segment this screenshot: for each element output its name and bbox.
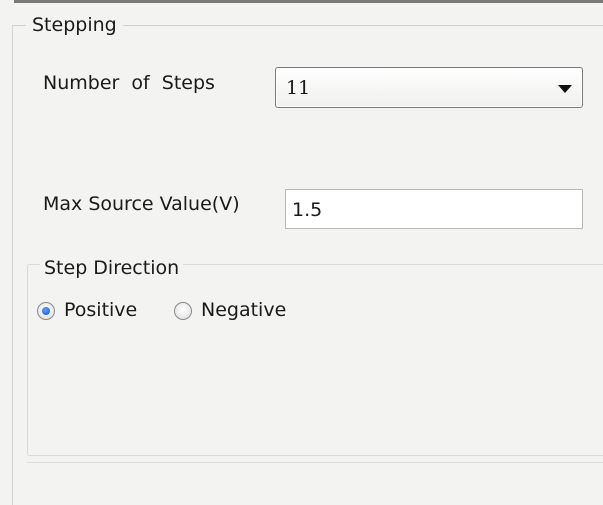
stepping-group-title: Stepping: [26, 13, 123, 37]
max-source-value-label: Max Source Value(V): [43, 193, 240, 215]
negative-radio-button[interactable]: [174, 302, 192, 320]
chevron-down-icon[interactable]: [558, 85, 572, 93]
number-of-steps-value: 11: [286, 77, 311, 99]
positive-radio-button[interactable]: [37, 302, 55, 320]
step-direction-groupbox: [27, 264, 603, 456]
positive-radio-label[interactable]: Positive: [64, 298, 137, 322]
max-source-value-text: 1.5: [292, 199, 323, 221]
negative-radio-label[interactable]: Negative: [201, 298, 286, 322]
top-divider: [14, 0, 603, 3]
number-of-steps-label: Number of Steps: [43, 72, 215, 94]
max-source-value-input[interactable]: 1.5: [285, 189, 583, 229]
number-of-steps-dropdown[interactable]: 11: [275, 67, 583, 108]
bottom-divider: [27, 462, 603, 463]
step-direction-title: Step Direction: [40, 256, 184, 280]
